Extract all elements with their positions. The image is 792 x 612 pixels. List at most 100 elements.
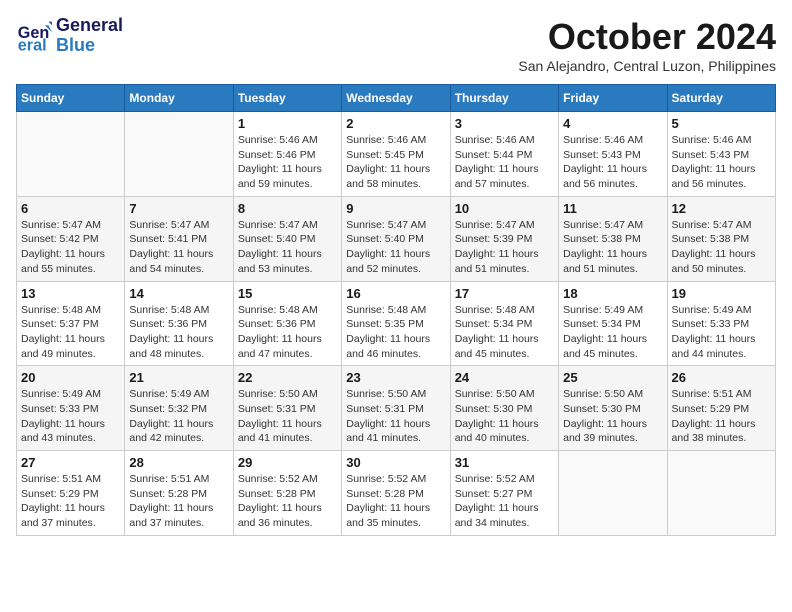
calendar-cell: 24Sunrise: 5:50 AMSunset: 5:30 PMDayligh… [450, 366, 558, 451]
day-info: Sunrise: 5:47 AMSunset: 5:38 PMDaylight:… [563, 218, 662, 277]
location-subtitle: San Alejandro, Central Luzon, Philippine… [518, 58, 776, 74]
day-number: 10 [455, 201, 554, 216]
calendar-cell: 6 Sunrise: 5:47 AMSunset: 5:42 PMDaylight… [17, 196, 125, 281]
day-number: 11 [563, 201, 662, 216]
title-area: October 2024 San Alejandro, Central Luzo… [518, 16, 776, 74]
calendar-cell: 3 Sunrise: 5:46 AMSunset: 5:44 PMDaylight… [450, 112, 558, 197]
day-number: 1 [238, 116, 337, 131]
day-info: Sunrise: 5:48 AMSunset: 5:36 PMDaylight:… [238, 303, 337, 362]
day-info: Sunrise: 5:50 AMSunset: 5:31 PMDaylight:… [238, 387, 337, 446]
calendar-cell: 12Sunrise: 5:47 AMSunset: 5:38 PMDayligh… [667, 196, 775, 281]
month-title: October 2024 [518, 16, 776, 58]
day-info: Sunrise: 5:47 AMSunset: 5:41 PMDaylight:… [129, 218, 228, 277]
calendar-week-row: 13 Sunrise: 5:48 AMSunset: 5:37 PMDayligh… [17, 281, 776, 366]
calendar-header: SundayMondayTuesdayWednesdayThursdayFrid… [17, 85, 776, 112]
day-info: Sunrise: 5:46 AMSunset: 5:44 PMDaylight:… [455, 133, 554, 192]
calendar-cell: 25Sunrise: 5:50 AMSunset: 5:30 PMDayligh… [559, 366, 667, 451]
day-info: Sunrise: 5:48 AMSunset: 5:37 PMDaylight:… [21, 303, 120, 362]
day-number: 8 [238, 201, 337, 216]
calendar-week-row: 6 Sunrise: 5:47 AMSunset: 5:42 PMDaylight… [17, 196, 776, 281]
calendar-table: SundayMondayTuesdayWednesdayThursdayFrid… [16, 84, 776, 536]
page-header: Gen eral General Blue October 2024 San A… [16, 16, 776, 74]
day-number: 23 [346, 370, 445, 385]
day-number: 5 [672, 116, 771, 131]
calendar-cell: 23 Sunrise: 5:50 AMSunset: 5:31 PMDayligh… [342, 366, 450, 451]
calendar-week-row: 27 Sunrise: 5:51 AMSunset: 5:29 PMDayligh… [17, 451, 776, 536]
day-info: Sunrise: 5:46 AMSunset: 5:43 PMDaylight:… [672, 133, 771, 192]
weekday-header: Monday [125, 85, 233, 112]
svg-text:eral: eral [18, 36, 47, 54]
logo-line2: Blue [56, 36, 123, 56]
calendar-cell: 7 Sunrise: 5:47 AMSunset: 5:41 PMDaylight… [125, 196, 233, 281]
calendar-cell: 13 Sunrise: 5:48 AMSunset: 5:37 PMDayligh… [17, 281, 125, 366]
calendar-week-row: 20 Sunrise: 5:49 AMSunset: 5:33 PMDayligh… [17, 366, 776, 451]
weekday-header: Sunday [17, 85, 125, 112]
day-info: Sunrise: 5:51 AMSunset: 5:29 PMDaylight:… [21, 472, 120, 531]
calendar-cell: 14Sunrise: 5:48 AMSunset: 5:36 PMDayligh… [125, 281, 233, 366]
calendar-cell [667, 451, 775, 536]
day-number: 26 [672, 370, 771, 385]
calendar-cell [17, 112, 125, 197]
calendar-cell: 17Sunrise: 5:48 AMSunset: 5:34 PMDayligh… [450, 281, 558, 366]
day-number: 9 [346, 201, 445, 216]
day-info: Sunrise: 5:52 AMSunset: 5:27 PMDaylight:… [455, 472, 554, 531]
calendar-cell: 9 Sunrise: 5:47 AMSunset: 5:40 PMDaylight… [342, 196, 450, 281]
calendar-cell: 18 Sunrise: 5:49 AMSunset: 5:34 PMDayligh… [559, 281, 667, 366]
day-number: 31 [455, 455, 554, 470]
day-info: Sunrise: 5:47 AMSunset: 5:40 PMDaylight:… [346, 218, 445, 277]
day-number: 21 [129, 370, 228, 385]
calendar-cell: 1Sunrise: 5:46 AMSunset: 5:46 PMDaylight… [233, 112, 341, 197]
day-number: 3 [455, 116, 554, 131]
day-info: Sunrise: 5:47 AMSunset: 5:38 PMDaylight:… [672, 218, 771, 277]
day-info: Sunrise: 5:47 AMSunset: 5:42 PMDaylight:… [21, 218, 120, 277]
day-info: Sunrise: 5:50 AMSunset: 5:30 PMDaylight:… [563, 387, 662, 446]
day-info: Sunrise: 5:50 AMSunset: 5:30 PMDaylight:… [455, 387, 554, 446]
day-number: 13 [21, 286, 120, 301]
day-number: 14 [129, 286, 228, 301]
calendar-cell: 16 Sunrise: 5:48 AMSunset: 5:35 PMDayligh… [342, 281, 450, 366]
logo: Gen eral General Blue [16, 16, 123, 56]
day-number: 18 [563, 286, 662, 301]
calendar-week-row: 1Sunrise: 5:46 AMSunset: 5:46 PMDaylight… [17, 112, 776, 197]
day-number: 16 [346, 286, 445, 301]
day-number: 22 [238, 370, 337, 385]
day-info: Sunrise: 5:48 AMSunset: 5:34 PMDaylight:… [455, 303, 554, 362]
day-number: 6 [21, 201, 120, 216]
day-number: 19 [672, 286, 771, 301]
weekday-header: Tuesday [233, 85, 341, 112]
day-info: Sunrise: 5:48 AMSunset: 5:35 PMDaylight:… [346, 303, 445, 362]
calendar-cell: 27 Sunrise: 5:51 AMSunset: 5:29 PMDayligh… [17, 451, 125, 536]
calendar-cell: 11 Sunrise: 5:47 AMSunset: 5:38 PMDayligh… [559, 196, 667, 281]
day-info: Sunrise: 5:49 AMSunset: 5:33 PMDaylight:… [21, 387, 120, 446]
calendar-cell: 31 Sunrise: 5:52 AMSunset: 5:27 PMDayligh… [450, 451, 558, 536]
weekday-header: Saturday [667, 85, 775, 112]
day-info: Sunrise: 5:47 AMSunset: 5:40 PMDaylight:… [238, 218, 337, 277]
calendar-cell: 29Sunrise: 5:52 AMSunset: 5:28 PMDayligh… [233, 451, 341, 536]
calendar-cell: 8 Sunrise: 5:47 AMSunset: 5:40 PMDaylight… [233, 196, 341, 281]
day-info: Sunrise: 5:49 AMSunset: 5:33 PMDaylight:… [672, 303, 771, 362]
day-number: 15 [238, 286, 337, 301]
calendar-cell: 30 Sunrise: 5:52 AMSunset: 5:28 PMDayligh… [342, 451, 450, 536]
day-number: 7 [129, 201, 228, 216]
day-info: Sunrise: 5:46 AMSunset: 5:45 PMDaylight:… [346, 133, 445, 192]
weekday-header: Wednesday [342, 85, 450, 112]
day-info: Sunrise: 5:50 AMSunset: 5:31 PMDaylight:… [346, 387, 445, 446]
calendar-cell: 20 Sunrise: 5:49 AMSunset: 5:33 PMDayligh… [17, 366, 125, 451]
day-info: Sunrise: 5:52 AMSunset: 5:28 PMDaylight:… [346, 472, 445, 531]
day-info: Sunrise: 5:47 AMSunset: 5:39 PMDaylight:… [455, 218, 554, 277]
day-number: 27 [21, 455, 120, 470]
calendar-cell: 26Sunrise: 5:51 AMSunset: 5:29 PMDayligh… [667, 366, 775, 451]
calendar-cell: 10 Sunrise: 5:47 AMSunset: 5:39 PMDayligh… [450, 196, 558, 281]
calendar-cell: 5 Sunrise: 5:46 AMSunset: 5:43 PMDaylight… [667, 112, 775, 197]
calendar-cell: 15 Sunrise: 5:48 AMSunset: 5:36 PMDayligh… [233, 281, 341, 366]
calendar-cell: 22 Sunrise: 5:50 AMSunset: 5:31 PMDayligh… [233, 366, 341, 451]
day-info: Sunrise: 5:49 AMSunset: 5:34 PMDaylight:… [563, 303, 662, 362]
calendar-cell: 21 Sunrise: 5:49 AMSunset: 5:32 PMDayligh… [125, 366, 233, 451]
calendar-cell: 2 Sunrise: 5:46 AMSunset: 5:45 PMDaylight… [342, 112, 450, 197]
day-number: 20 [21, 370, 120, 385]
day-number: 2 [346, 116, 445, 131]
calendar-cell: 4Sunrise: 5:46 AMSunset: 5:43 PMDaylight… [559, 112, 667, 197]
day-number: 30 [346, 455, 445, 470]
day-info: Sunrise: 5:46 AMSunset: 5:43 PMDaylight:… [563, 133, 662, 192]
day-info: Sunrise: 5:49 AMSunset: 5:32 PMDaylight:… [129, 387, 228, 446]
